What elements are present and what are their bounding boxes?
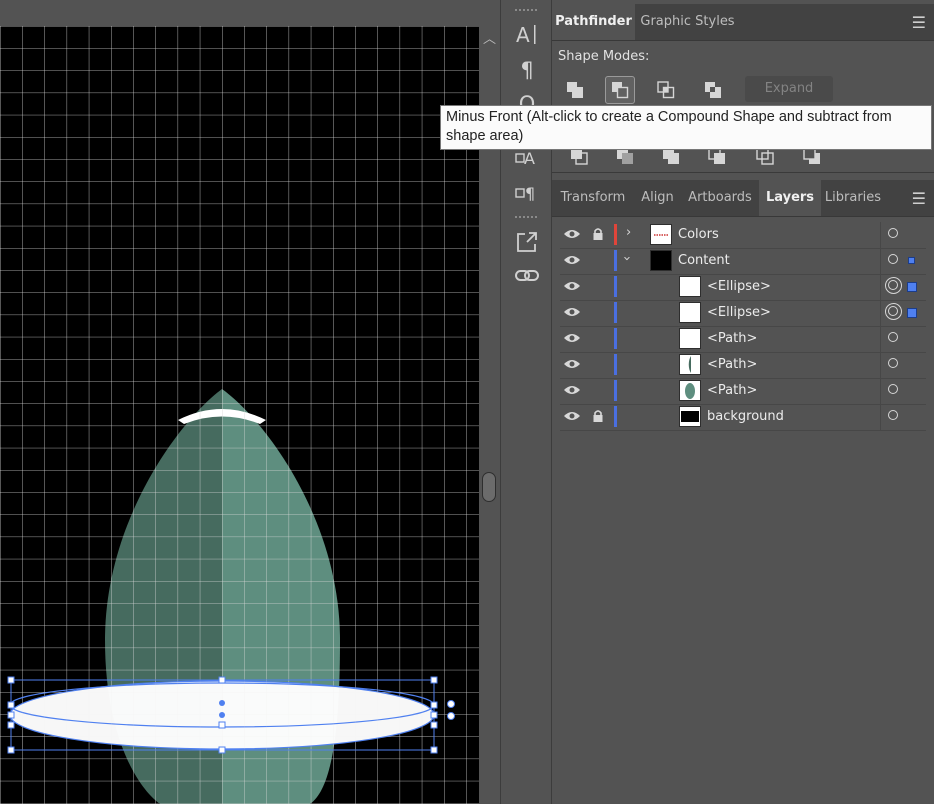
target-icon[interactable]	[888, 358, 898, 368]
layer-row-ellipse[interactable]: <Ellipse>	[560, 274, 926, 301]
layer-name: <Ellipse>	[707, 279, 771, 294]
exclude-icon	[705, 82, 721, 98]
target-icon[interactable]	[885, 303, 902, 320]
panel-grip[interactable]	[515, 216, 537, 220]
eye-icon[interactable]	[563, 332, 581, 344]
intersect-button[interactable]	[651, 76, 681, 104]
tab-artboards[interactable]: Artboards	[681, 180, 759, 216]
panel-grip[interactable]	[515, 9, 537, 13]
target-icon[interactable]	[888, 332, 898, 342]
minus-front-tooltip: Minus Front (Alt-click to create a Compo…	[440, 105, 932, 150]
paragraph-icon[interactable]: ¶	[513, 56, 541, 84]
paragraph-styles-icon[interactable]: ¶	[513, 178, 541, 206]
layer-color-bar	[614, 250, 617, 271]
layer-row-path[interactable]: <Path>	[560, 352, 926, 379]
eye-icon[interactable]	[563, 254, 581, 266]
layer-name: Content	[678, 253, 730, 268]
chevron-right-icon[interactable]: ›	[626, 225, 631, 240]
panel-menu-icon[interactable]: ☰	[912, 189, 926, 208]
layer-row-path[interactable]: <Path>	[560, 326, 926, 353]
scrollbar-thumb[interactable]	[482, 472, 496, 502]
layer-name: <Path>	[707, 383, 758, 398]
eye-icon[interactable]	[563, 306, 581, 318]
tab-libraries[interactable]: Libraries	[821, 180, 885, 216]
tab-layers[interactable]: Layers	[759, 180, 821, 216]
layer-color-bar	[614, 380, 617, 401]
pathfinder-tabbar: Pathfinder Graphic Styles ☰	[552, 4, 934, 41]
minus-front-button[interactable]	[605, 76, 635, 104]
export-icon[interactable]	[513, 228, 541, 256]
tab-transform[interactable]: Transform	[552, 180, 634, 216]
layer-thumbnail	[679, 406, 701, 427]
artboard[interactable]	[0, 26, 479, 804]
layer-thumbnail	[679, 328, 701, 349]
eye-icon[interactable]	[563, 358, 581, 370]
target-icon[interactable]	[888, 410, 898, 420]
selection-indicator[interactable]	[908, 257, 915, 264]
layer-row-background[interactable]: background	[560, 404, 926, 431]
layer-color-bar	[614, 302, 617, 323]
panel-menu-icon[interactable]: ☰	[912, 13, 926, 32]
intersect-icon	[657, 81, 675, 99]
selection-indicator[interactable]	[907, 282, 917, 292]
lock-icon[interactable]	[592, 227, 604, 241]
layer-thumbnail	[679, 302, 701, 323]
exclude-button[interactable]	[698, 76, 728, 104]
layer-name: Colors	[678, 227, 719, 242]
layer-row-path[interactable]: <Path>	[560, 378, 926, 405]
layer-row-colors[interactable]: › Colors	[560, 222, 926, 249]
layer-name: <Path>	[707, 357, 758, 372]
layer-name: <Ellipse>	[707, 305, 771, 320]
chevron-down-icon[interactable]: ›	[619, 256, 634, 261]
tab-graphic-styles[interactable]: Graphic Styles	[635, 4, 740, 40]
eye-icon[interactable]	[563, 228, 581, 240]
artwork[interactable]	[0, 26, 479, 804]
layer-thumbnail	[679, 276, 701, 297]
target-icon[interactable]	[888, 254, 898, 264]
layer-row-content[interactable]: › Content	[560, 248, 926, 275]
links-icon[interactable]	[513, 262, 541, 290]
eye-icon[interactable]	[563, 280, 581, 292]
eye-icon[interactable]	[563, 410, 581, 422]
layer-thumbnail	[679, 380, 701, 401]
layer-color-bar	[614, 328, 617, 349]
layer-thumbnail	[650, 250, 672, 271]
layer-color-bar	[614, 406, 617, 427]
layer-thumbnail	[679, 354, 701, 375]
scroll-up-icon[interactable]: ︿	[483, 28, 496, 47]
layer-name: background	[707, 409, 784, 424]
layer-row-ellipse[interactable]: <Ellipse>	[560, 300, 926, 327]
tab-pathfinder[interactable]: Pathfinder	[552, 4, 635, 40]
unite-button[interactable]	[560, 76, 590, 104]
layer-name: <Path>	[707, 331, 758, 346]
layer-color-bar	[614, 354, 617, 375]
shape-modes-label: Shape Modes:	[558, 49, 650, 64]
minus-front-icon	[612, 82, 629, 99]
layer-color-bar	[614, 224, 617, 245]
unite-icon	[567, 82, 583, 98]
tab-align[interactable]: Align	[634, 180, 681, 216]
expand-button[interactable]: Expand	[745, 76, 833, 102]
layers-tabbar: Transform Align Artboards Layers Librari…	[552, 180, 934, 217]
target-icon[interactable]	[888, 384, 898, 394]
character-icon[interactable]: A	[513, 20, 541, 48]
layer-thumbnail	[650, 224, 672, 245]
selection-indicator[interactable]	[907, 308, 917, 318]
svg-text:A: A	[516, 23, 530, 46]
svg-text:A: A	[524, 149, 535, 168]
target-icon[interactable]	[885, 277, 902, 294]
layer-color-bar	[614, 276, 617, 297]
eye-icon[interactable]	[563, 384, 581, 396]
layers-panel: Transform Align Artboards Layers Librari…	[552, 180, 934, 804]
canvas-area[interactable]: ︿	[0, 0, 500, 804]
target-icon[interactable]	[888, 228, 898, 238]
lock-icon[interactable]	[592, 409, 604, 423]
svg-text:¶: ¶	[525, 184, 535, 203]
